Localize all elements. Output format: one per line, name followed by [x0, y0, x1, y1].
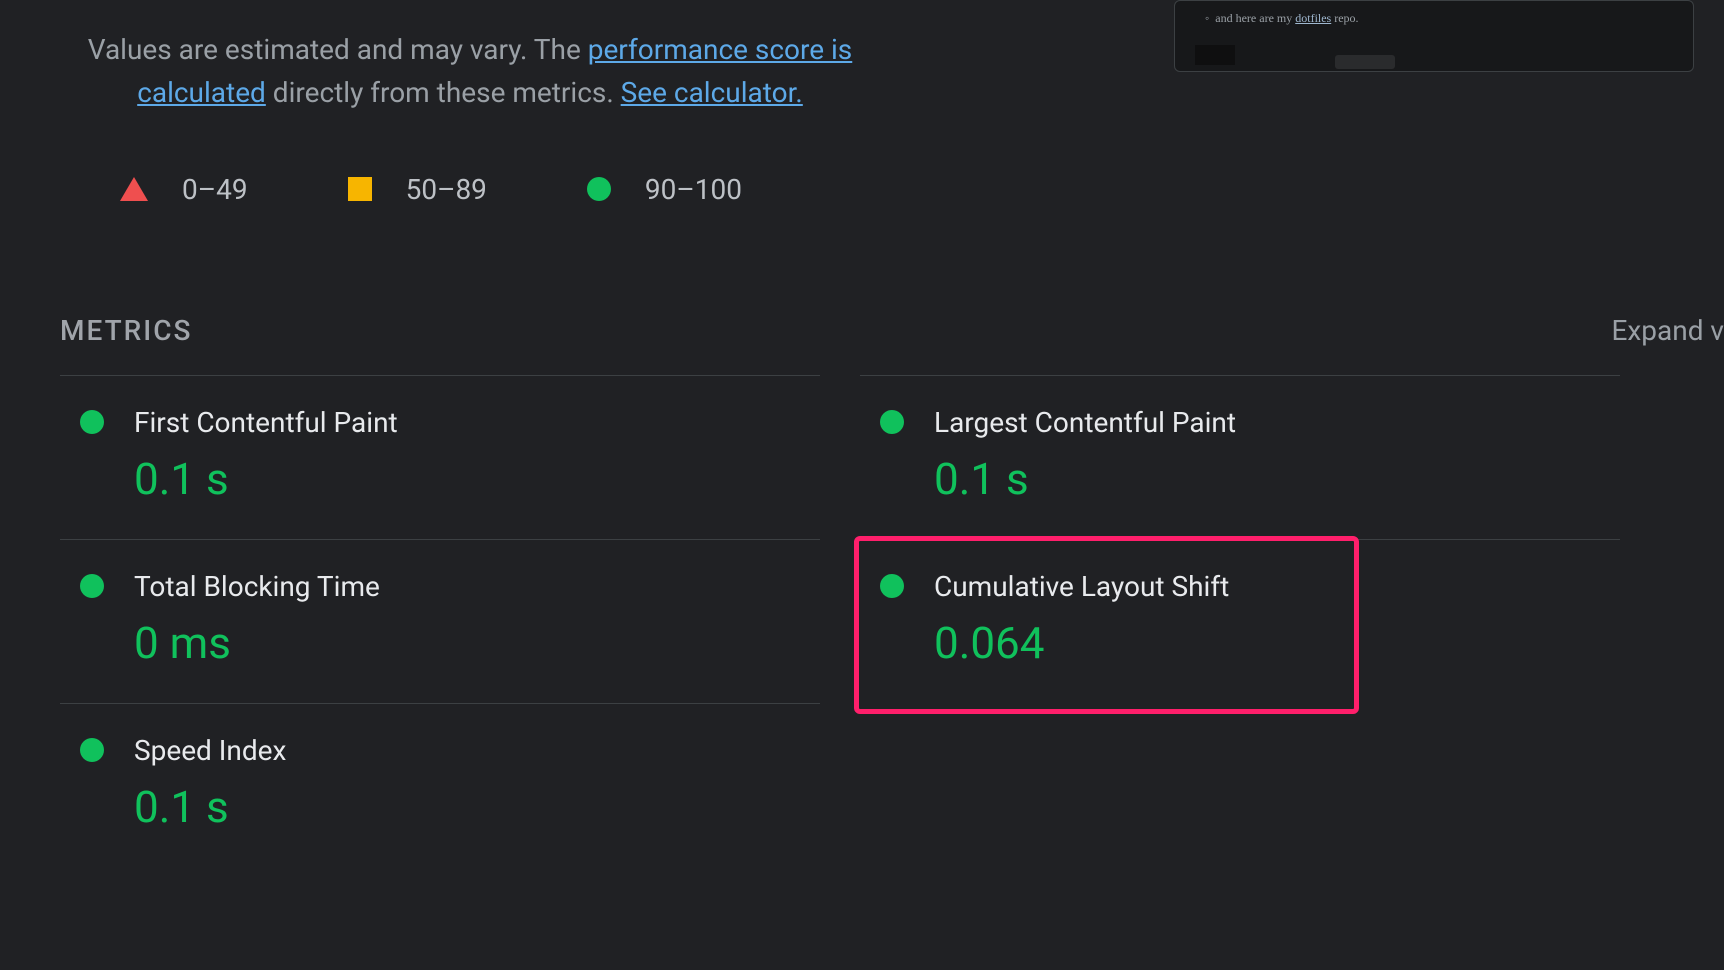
intro-text: Values are estimated and may vary. The p… [60, 28, 880, 115]
see-calculator-link[interactable]: See calculator. [621, 76, 803, 109]
metrics-section-header: METRICS Expand v [60, 314, 1724, 347]
legend-average-range: 50–89 [406, 173, 487, 206]
metric-lcp-label: Largest Contentful Paint [934, 406, 1236, 439]
metric-fcp-label: First Contentful Paint [134, 406, 398, 439]
metric-cls-value: 0.064 [934, 617, 1229, 669]
intro-prefix: Values are estimated and may vary. The [88, 33, 588, 66]
metric-si[interactable]: Speed Index 0.1 s [60, 703, 820, 867]
metric-cls-label: Cumulative Layout Shift [934, 570, 1229, 603]
preview-dotfiles-link: dotfiles [1295, 11, 1331, 25]
preview-bullet-suffix: repo. [1331, 11, 1358, 25]
status-dot-icon [880, 574, 904, 598]
metric-cls[interactable]: Cumulative Layout Shift 0.064 [860, 539, 1620, 703]
score-legend: 0–49 50–89 90–100 [120, 173, 1724, 206]
metric-fcp-value: 0.1 s [134, 453, 398, 505]
legend-poor: 0–49 [120, 173, 248, 206]
metrics-title: METRICS [60, 314, 192, 347]
metric-si-value: 0.1 s [134, 781, 286, 833]
metric-lcp[interactable]: Largest Contentful Paint 0.1 s [860, 375, 1620, 539]
status-dot-icon [80, 738, 104, 762]
intro-middle: directly from these metrics. [266, 76, 621, 109]
page-preview-thumbnail: ◦ and here are my dotfiles repo. [1174, 0, 1694, 72]
legend-good: 90–100 [587, 173, 742, 206]
metric-tbt-label: Total Blocking Time [134, 570, 380, 603]
preview-bullet-prefix: and here are my [1215, 11, 1295, 25]
status-dot-icon [80, 574, 104, 598]
preview-sidebar-stub [1195, 45, 1235, 65]
metric-si-label: Speed Index [134, 734, 286, 767]
status-dot-icon [80, 410, 104, 434]
legend-average: 50–89 [348, 173, 487, 206]
status-dot-icon [880, 410, 904, 434]
metric-lcp-value: 0.1 s [934, 453, 1236, 505]
legend-good-range: 90–100 [645, 173, 742, 206]
preview-text: ◦ and here are my dotfiles repo. [1175, 1, 1693, 36]
square-icon [348, 177, 372, 201]
expand-view-toggle[interactable]: Expand v [1611, 314, 1724, 347]
legend-poor-range: 0–49 [182, 173, 248, 206]
triangle-icon [120, 177, 148, 201]
metric-tbt-value: 0 ms [134, 617, 380, 669]
preview-pill-stub [1335, 55, 1395, 69]
metric-tbt[interactable]: Total Blocking Time 0 ms [60, 539, 820, 703]
metric-fcp[interactable]: First Contentful Paint 0.1 s [60, 375, 820, 539]
metrics-grid: First Contentful Paint 0.1 s Largest Con… [60, 375, 1724, 867]
circle-icon [587, 177, 611, 201]
